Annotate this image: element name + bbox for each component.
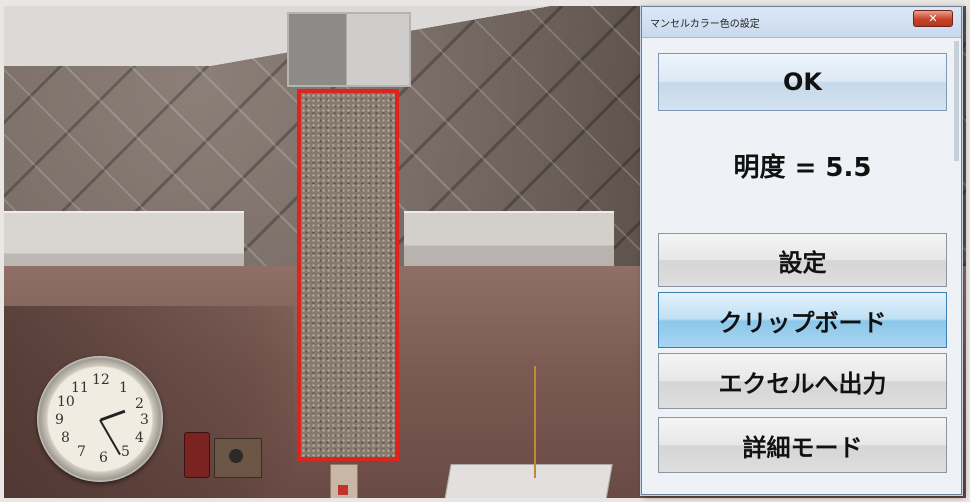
- sample-selection-rectangle[interactable]: [297, 89, 399, 461]
- clock-number: 3: [140, 412, 149, 428]
- scrollbar[interactable]: [954, 41, 959, 161]
- clock-number: 6: [99, 450, 108, 466]
- dialog-titlebar[interactable]: マンセルカラー色の設定 ✕: [642, 7, 961, 38]
- export-excel-button[interactable]: エクセルへ出力: [658, 353, 947, 409]
- sample-stand: [330, 464, 358, 498]
- clock-number: 12: [92, 372, 110, 388]
- lightness-value: 明度 = 5.5: [733, 153, 872, 183]
- detail-mode-button[interactable]: 詳細モード: [658, 417, 947, 473]
- clock-number: 9: [55, 412, 64, 428]
- clock-number: 5: [121, 444, 130, 460]
- settings-button[interactable]: 設定: [658, 233, 947, 287]
- clipboard-button[interactable]: クリップボード: [658, 292, 947, 348]
- clock-number: 11: [71, 380, 89, 396]
- clock-hour-hand: [99, 409, 126, 422]
- close-icon: ✕: [928, 12, 938, 25]
- clock-number: 1: [119, 380, 128, 396]
- clock-number: 2: [135, 396, 144, 412]
- clock-number: 7: [77, 444, 86, 460]
- wall-clock: 12 1 2 3 4 5 6 7 8 9 10 11: [37, 356, 163, 482]
- dialog-title: マンセルカラー色の設定: [650, 19, 760, 30]
- close-button[interactable]: ✕: [913, 10, 953, 27]
- clock-number: 8: [61, 430, 70, 446]
- clock-number: 10: [57, 394, 75, 410]
- meter-box: [214, 438, 262, 478]
- sundial-gnomon: [534, 366, 536, 478]
- color-meter: [184, 432, 210, 478]
- clock-number: 4: [135, 430, 144, 446]
- sundial-plate: [443, 464, 613, 498]
- gray-reference-card: [287, 12, 411, 87]
- munsell-color-dialog: マンセルカラー色の設定 ✕ OK 明度 = 5.5 設定 クリップボード エクセ…: [641, 6, 962, 495]
- ok-button[interactable]: OK: [658, 53, 947, 111]
